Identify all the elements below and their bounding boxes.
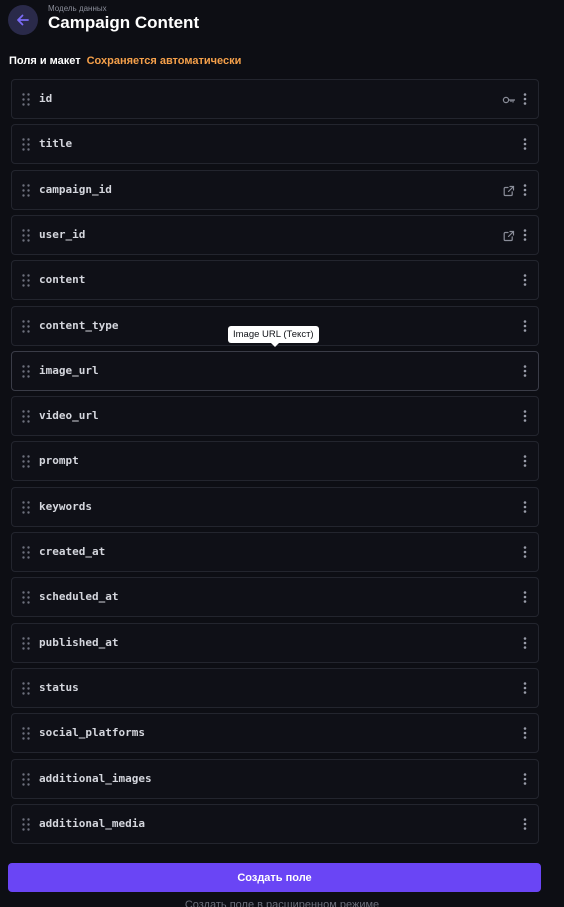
more-options-icon[interactable]	[522, 500, 528, 514]
field-row[interactable]: additional_images	[11, 759, 539, 799]
field-name: user_id	[39, 228, 86, 241]
section-label: Поля и макет	[9, 55, 81, 67]
drag-handle-icon[interactable]	[22, 229, 30, 242]
field-row[interactable]: status	[11, 668, 539, 708]
section-header: Поля и макет Сохраняется автоматически	[9, 55, 241, 67]
drag-handle-icon[interactable]	[22, 682, 30, 695]
drag-handle-icon[interactable]	[22, 501, 30, 514]
more-options-icon[interactable]	[522, 545, 528, 559]
more-options-icon[interactable]	[522, 183, 528, 197]
field-row[interactable]: prompt	[11, 441, 539, 481]
page-title: Campaign Content	[48, 13, 200, 32]
header: Модель данных Campaign Content	[8, 4, 199, 36]
field-name: image_url	[39, 364, 99, 377]
field-name: campaign_id	[39, 183, 112, 196]
more-options-icon[interactable]	[522, 364, 528, 378]
data-model-page: Модель данных Campaign Content Поля и ма…	[0, 0, 564, 907]
more-options-icon[interactable]	[522, 636, 528, 650]
drag-handle-icon[interactable]	[22, 455, 30, 468]
drag-handle-icon[interactable]	[22, 365, 30, 378]
drag-handle-icon[interactable]	[22, 591, 30, 604]
field-name: published_at	[39, 636, 119, 649]
external-link-icon[interactable]	[502, 229, 516, 242]
field-row[interactable]: id	[11, 79, 539, 119]
field-name: keywords	[39, 500, 92, 513]
more-options-icon[interactable]	[522, 228, 528, 242]
field-row[interactable]: user_id	[11, 215, 539, 255]
field-name: scheduled_at	[39, 590, 119, 603]
arrow-left-icon	[17, 14, 29, 26]
drag-handle-icon[interactable]	[22, 727, 30, 740]
field-row[interactable]: created_at	[11, 532, 539, 572]
field-row[interactable]: campaign_id	[11, 170, 539, 210]
field-name: created_at	[39, 545, 106, 558]
field-name: id	[39, 92, 53, 105]
field-row[interactable]: content	[11, 260, 539, 300]
drag-handle-icon[interactable]	[22, 320, 30, 333]
drag-handle-icon[interactable]	[22, 546, 30, 559]
field-row[interactable]: scheduled_at	[11, 577, 539, 617]
more-options-icon[interactable]	[522, 319, 528, 333]
field-name: prompt	[39, 454, 79, 467]
create-field-button[interactable]: Создать поле	[8, 863, 541, 892]
title-block: Модель данных Campaign Content	[48, 4, 200, 33]
more-options-icon[interactable]	[522, 772, 528, 786]
field-row[interactable]: social_platforms	[11, 713, 539, 753]
field-row[interactable]: image_url	[11, 351, 539, 391]
more-options-icon[interactable]	[522, 273, 528, 287]
more-options-icon[interactable]	[522, 454, 528, 468]
more-options-icon[interactable]	[522, 137, 528, 151]
field-row[interactable]: title	[11, 124, 539, 164]
external-link-icon[interactable]	[502, 184, 516, 197]
field-name: additional_media	[39, 817, 145, 830]
field-name: social_platforms	[39, 726, 145, 739]
field-name: additional_images	[39, 772, 152, 785]
field-row[interactable]: additional_media	[11, 804, 539, 844]
field-name: content_type	[39, 319, 119, 332]
more-options-icon[interactable]	[522, 409, 528, 423]
field-row[interactable]: video_url	[11, 396, 539, 436]
drag-handle-icon[interactable]	[22, 637, 30, 650]
field-tooltip: Image URL (Текст)	[228, 326, 319, 347]
drag-handle-icon[interactable]	[22, 274, 30, 287]
back-button[interactable]	[8, 5, 38, 35]
field-name: video_url	[39, 409, 99, 422]
page-overline: Модель данных	[48, 4, 107, 13]
more-options-icon[interactable]	[522, 726, 528, 740]
more-options-icon[interactable]	[522, 590, 528, 604]
autosave-status: Сохраняется автоматически	[86, 55, 242, 67]
more-options-icon[interactable]	[522, 681, 528, 695]
more-options-icon[interactable]	[522, 817, 528, 831]
more-options-icon[interactable]	[522, 92, 528, 106]
field-row[interactable]: published_at	[11, 623, 539, 663]
drag-handle-icon[interactable]	[22, 773, 30, 786]
drag-handle-icon[interactable]	[22, 184, 30, 197]
field-name: content	[39, 273, 86, 286]
field-row[interactable]: keywords	[11, 487, 539, 527]
drag-handle-icon[interactable]	[22, 93, 30, 106]
field-name: status	[39, 681, 79, 694]
drag-handle-icon[interactable]	[22, 410, 30, 423]
drag-handle-icon[interactable]	[22, 818, 30, 831]
advanced-create-link[interactable]: Создать поле в расширенном режиме	[0, 898, 564, 907]
drag-handle-icon[interactable]	[22, 138, 30, 151]
field-name: title	[39, 137, 73, 150]
key-icon	[502, 93, 516, 105]
